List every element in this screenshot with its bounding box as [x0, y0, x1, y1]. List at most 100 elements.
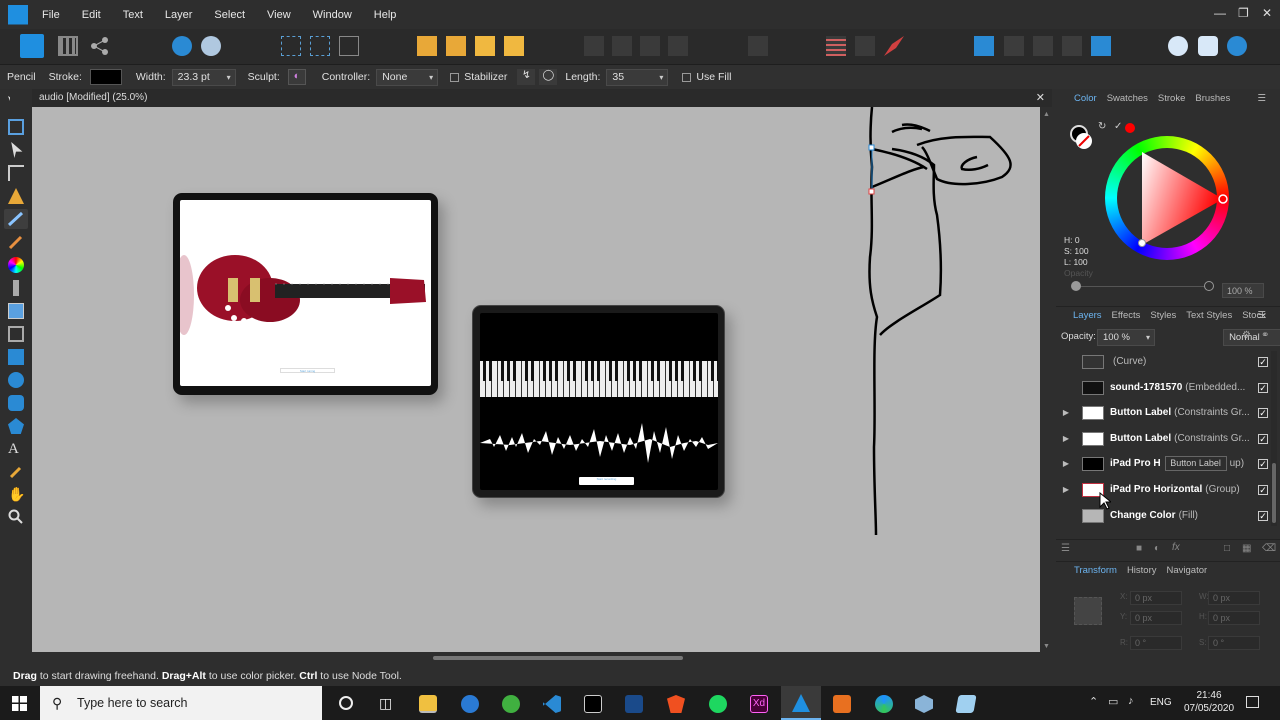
tab-navigator[interactable]: Navigator	[1167, 565, 1208, 576]
close-document-icon[interactable]: ✕	[1036, 91, 1045, 104]
transparency-tool-icon[interactable]	[13, 280, 19, 296]
w-field[interactable]: 0 px	[1208, 591, 1260, 605]
windows-start-icon[interactable]	[12, 696, 27, 711]
crop-tool-icon[interactable]	[8, 326, 24, 342]
boolean-add-icon[interactable]	[974, 36, 994, 56]
tab-styles[interactable]: Styles	[1150, 310, 1176, 321]
distribute-icon[interactable]	[748, 36, 768, 56]
fill-none-chip[interactable]	[1076, 133, 1092, 149]
expand-icon[interactable]: ▶	[1059, 434, 1073, 443]
controller-dropdown[interactable]: None	[376, 68, 439, 86]
menu-file[interactable]: File	[42, 9, 60, 21]
greenshot-icon[interactable]	[502, 695, 520, 713]
stroke-color-swatch[interactable]	[89, 69, 122, 85]
layer-visibility-checkbox[interactable]: ✓	[1258, 407, 1268, 418]
anchor-selector[interactable]	[1074, 597, 1102, 625]
corner-tool-icon[interactable]	[8, 165, 24, 181]
app-blue-icon[interactable]	[955, 695, 977, 713]
ellipse-tool-icon[interactable]	[8, 372, 24, 388]
layer-visibility-checkbox[interactable]: ✓	[1258, 433, 1268, 444]
horizontal-scroll-thumb[interactable]	[433, 656, 683, 660]
menu-layer[interactable]: Layer	[165, 9, 193, 21]
close-button[interactable]: ✕	[1262, 6, 1272, 20]
task-view-icon[interactable]: ◫	[379, 695, 392, 712]
scroll-down-icon[interactable]: ▼	[1043, 643, 1050, 650]
x-field[interactable]: 0 px	[1130, 591, 1182, 605]
move-tool-icon[interactable]	[8, 96, 24, 112]
layer-visibility-checkbox[interactable]: ✓	[1258, 458, 1268, 469]
sculpt-toggle[interactable]: ◐	[287, 69, 306, 85]
add-layer-icon[interactable]: □	[1224, 543, 1230, 554]
layer-visibility-checkbox[interactable]: ✓	[1258, 356, 1268, 367]
selected-color-chip[interactable]	[1125, 123, 1135, 133]
vector-brush-tool-icon[interactable]	[8, 234, 24, 250]
tray-chevron-icon[interactable]: ⌃	[1089, 695, 1098, 708]
swap-colors-icon[interactable]: ↻	[1098, 121, 1106, 132]
layers-scrollbar[interactable]	[1271, 351, 1277, 526]
menu-text[interactable]: Text	[123, 9, 143, 21]
app-orange-icon[interactable]	[833, 695, 851, 713]
language-indicator[interactable]: ENG	[1150, 697, 1172, 708]
mask-icon[interactable]: ■	[1136, 543, 1142, 554]
color-triangle[interactable]	[1105, 136, 1229, 260]
ipad-guitar-mockup[interactable]: Start tuning	[173, 193, 438, 395]
spotify-icon[interactable]	[709, 695, 727, 713]
grid-icon[interactable]	[310, 36, 330, 56]
layer-visibility-checkbox[interactable]: ✓	[1258, 510, 1268, 521]
layer-row-change-color[interactable]: Change Color (Fill) ✓	[1056, 503, 1270, 528]
snap-icon[interactable]	[281, 36, 301, 56]
width-field[interactable]: 23.3 pt	[171, 68, 236, 86]
zoom-tool-icon[interactable]	[8, 509, 24, 525]
arrange-front-icon[interactable]	[504, 36, 524, 56]
vertical-scrollbar[interactable]: ▲ ▼	[1040, 107, 1052, 652]
opacity-slider-knob-left[interactable]	[1071, 281, 1081, 291]
rectangle-tool-icon[interactable]	[8, 349, 24, 365]
tab-transform[interactable]: Transform	[1074, 565, 1117, 576]
tab-text-styles[interactable]: Text Styles	[1186, 310, 1232, 321]
transform-icon[interactable]	[339, 36, 359, 56]
rounded-rect-tool-icon[interactable]	[8, 395, 24, 411]
tab-stroke[interactable]: Stroke	[1158, 93, 1185, 104]
maximize-button[interactable]: ❐	[1238, 6, 1249, 20]
document-tab[interactable]: audio [Modified] (25.0%) ✕	[32, 89, 1052, 107]
boolean-subtract-icon[interactable]	[1004, 36, 1024, 56]
layers-scroll-thumb[interactable]	[1272, 463, 1276, 523]
align-right-icon[interactable]	[640, 36, 660, 56]
place-image-tool-icon[interactable]	[8, 303, 24, 319]
thunderbird-icon[interactable]	[461, 695, 479, 713]
y-field[interactable]: 0 px	[1130, 611, 1182, 625]
layer-row-ipad-pro-h[interactable]: ▶ iPad Pro H Button Label up) ✓	[1056, 451, 1270, 476]
file-explorer-icon[interactable]	[419, 695, 437, 713]
pencil-tool-active-bg[interactable]	[4, 209, 28, 229]
rope-mode-icon[interactable]: ↯	[517, 69, 536, 85]
edge-icon[interactable]	[875, 695, 893, 713]
align-center-icon[interactable]	[612, 36, 632, 56]
tab-swatches[interactable]: Swatches	[1107, 93, 1148, 104]
notification-icon[interactable]	[1246, 696, 1259, 708]
clock[interactable]: 21:46 07/05/2020	[1182, 689, 1236, 715]
fx-icon[interactable]: fx	[1172, 542, 1180, 553]
tab-layers[interactable]: Layers	[1073, 310, 1102, 321]
horizontal-scrollbar[interactable]	[32, 652, 1040, 664]
color-opacity-field[interactable]: 100 %	[1222, 283, 1264, 298]
brave-icon[interactable]	[667, 695, 685, 713]
color-picker-icon[interactable]: ✓	[1114, 121, 1122, 132]
insert-inside-icon[interactable]	[1168, 36, 1188, 56]
stabilizer-checkbox[interactable]	[450, 72, 460, 82]
artboard-tool-icon[interactable]	[8, 119, 24, 135]
pen-tool-icon[interactable]	[8, 188, 24, 204]
network-icon[interactable]: ▭	[1108, 695, 1118, 708]
arrange-backward-icon[interactable]	[446, 36, 466, 56]
adobe-xd-icon[interactable]: Xd	[750, 695, 768, 713]
menu-edit[interactable]: Edit	[82, 9, 101, 21]
scroll-up-icon[interactable]: ▲	[1043, 111, 1050, 118]
opacity-slider-knob-right[interactable]	[1204, 281, 1214, 291]
shear-field[interactable]: 0 °	[1208, 636, 1260, 650]
snapping-magnet-icon[interactable]	[884, 36, 904, 56]
layer-opacity-dropdown[interactable]: 100 %	[1097, 329, 1155, 346]
freehand-curve[interactable]	[852, 107, 1040, 547]
align-left-icon[interactable]	[584, 36, 604, 56]
arrange-back-icon[interactable]	[417, 36, 437, 56]
menu-view[interactable]: View	[267, 9, 291, 21]
affinity-designer-taskbar-active[interactable]	[781, 686, 821, 720]
